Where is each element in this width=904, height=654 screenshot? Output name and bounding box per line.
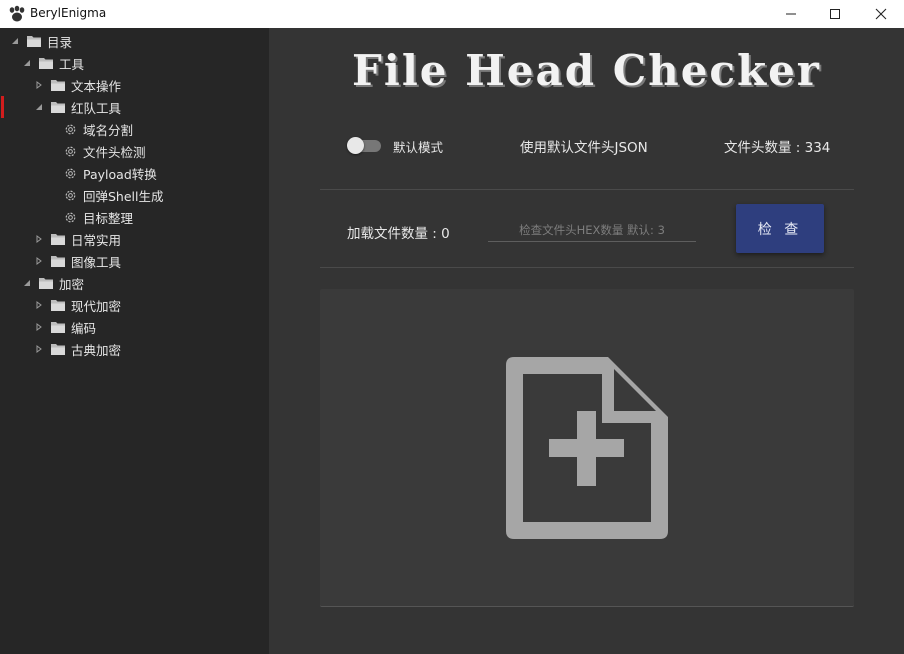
minimize-icon bbox=[786, 13, 796, 15]
hex-count-input[interactable] bbox=[488, 218, 696, 242]
tree-item-target-organize[interactable]: 目标整理 bbox=[64, 206, 133, 228]
tree-item-file-head-check[interactable]: 文件头检测 bbox=[64, 140, 146, 162]
collapsed-arrow-icon[interactable] bbox=[34, 322, 44, 332]
main-panel: File Head Checker 默认模式 使用默认文件头JSON 文件头数量… bbox=[269, 28, 904, 654]
tree-label: 日常实用 bbox=[71, 232, 122, 248]
collapsed-arrow-icon[interactable] bbox=[34, 80, 44, 90]
expanded-arrow-icon[interactable] bbox=[22, 58, 32, 68]
tree-item-encoding[interactable]: 编码 bbox=[34, 316, 96, 338]
open-folder-icon bbox=[38, 56, 54, 70]
title-bar: BerylEnigma bbox=[0, 0, 904, 28]
json-source-label: 使用默认文件头JSON bbox=[520, 140, 648, 156]
default-mode-label: 默认模式 bbox=[393, 140, 444, 155]
collapsed-arrow-icon[interactable] bbox=[34, 256, 44, 266]
tree-label: Payload转换 bbox=[83, 166, 157, 182]
page-title: File Head Checker bbox=[352, 46, 821, 95]
tree-label: 文本操作 bbox=[71, 78, 122, 94]
tree-label: 图像工具 bbox=[71, 254, 122, 270]
file-drop-zone[interactable] bbox=[320, 289, 854, 607]
tree-label: 加密 bbox=[59, 276, 85, 292]
gear-icon bbox=[64, 211, 77, 224]
expanded-arrow-icon[interactable] bbox=[34, 102, 44, 112]
tree-label: 现代加密 bbox=[71, 298, 122, 314]
gear-icon bbox=[64, 145, 77, 158]
expanded-arrow-icon[interactable] bbox=[10, 36, 20, 46]
tree-label: 古典加密 bbox=[71, 342, 122, 358]
loaded-files-label: 加载文件数量 : 0 bbox=[347, 226, 450, 242]
tree-label: 编码 bbox=[71, 320, 97, 336]
tree-item-tools[interactable]: 工具 bbox=[22, 52, 84, 74]
tree-item-text-ops[interactable]: 文本操作 bbox=[34, 74, 121, 96]
folder-icon bbox=[50, 298, 66, 312]
collapsed-arrow-icon[interactable] bbox=[34, 344, 44, 354]
tree-item-classical-crypto[interactable]: 古典加密 bbox=[34, 338, 121, 360]
folder-icon bbox=[50, 320, 66, 334]
gear-icon bbox=[64, 167, 77, 180]
gear-icon bbox=[64, 189, 77, 202]
open-folder-icon bbox=[26, 34, 42, 48]
tree-label: 工具 bbox=[59, 56, 85, 72]
folder-icon bbox=[50, 342, 66, 356]
tree-label: 目标整理 bbox=[83, 210, 134, 226]
close-icon bbox=[875, 8, 887, 20]
tree-item-payload-convert[interactable]: Payload转换 bbox=[64, 162, 157, 184]
tree-item-daily[interactable]: 日常实用 bbox=[34, 228, 121, 250]
paw-icon bbox=[9, 5, 25, 22]
tree-item-red-team[interactable]: 红队工具 bbox=[34, 96, 121, 118]
check-button[interactable]: 检 查 bbox=[736, 204, 824, 253]
tree-label: 目录 bbox=[47, 34, 73, 50]
header-count-label: 文件头数量 : 334 bbox=[724, 140, 831, 156]
open-folder-icon bbox=[50, 100, 66, 114]
tree-label: 域名分割 bbox=[83, 122, 134, 138]
tree-item-domain-split[interactable]: 域名分割 bbox=[64, 118, 133, 140]
window-title: BerylEnigma bbox=[30, 6, 107, 20]
divider bbox=[320, 189, 854, 190]
selection-marker bbox=[1, 96, 4, 118]
tree-item-image-tools[interactable]: 图像工具 bbox=[34, 250, 121, 272]
folder-icon bbox=[50, 254, 66, 268]
sidebar-tree: 目录 工具 文本操作 红队工具 域名分割 文件头检测 Payload转换 回弹S… bbox=[0, 28, 269, 654]
folder-icon bbox=[50, 78, 66, 92]
tree-item-root[interactable]: 目录 bbox=[10, 30, 72, 52]
folder-icon bbox=[50, 232, 66, 246]
minimize-button[interactable] bbox=[768, 0, 814, 28]
collapsed-arrow-icon[interactable] bbox=[34, 234, 44, 244]
divider bbox=[320, 267, 854, 268]
file-add-icon bbox=[506, 357, 668, 539]
tree-label: 文件头检测 bbox=[83, 144, 146, 160]
tree-label: 回弹Shell生成 bbox=[83, 188, 164, 204]
tree-item-reverse-shell[interactable]: 回弹Shell生成 bbox=[64, 184, 164, 206]
close-button[interactable] bbox=[858, 0, 904, 28]
expanded-arrow-icon[interactable] bbox=[22, 278, 32, 288]
open-folder-icon bbox=[38, 276, 54, 290]
default-mode-toggle[interactable] bbox=[347, 136, 383, 154]
collapsed-arrow-icon[interactable] bbox=[34, 300, 44, 310]
maximize-icon bbox=[830, 9, 840, 19]
toggle-knob bbox=[347, 137, 364, 154]
tree-label: 红队工具 bbox=[71, 100, 122, 116]
gear-icon bbox=[64, 123, 77, 136]
tree-item-modern-crypto[interactable]: 现代加密 bbox=[34, 294, 121, 316]
maximize-button[interactable] bbox=[812, 0, 858, 28]
tree-item-encryption[interactable]: 加密 bbox=[22, 272, 84, 294]
